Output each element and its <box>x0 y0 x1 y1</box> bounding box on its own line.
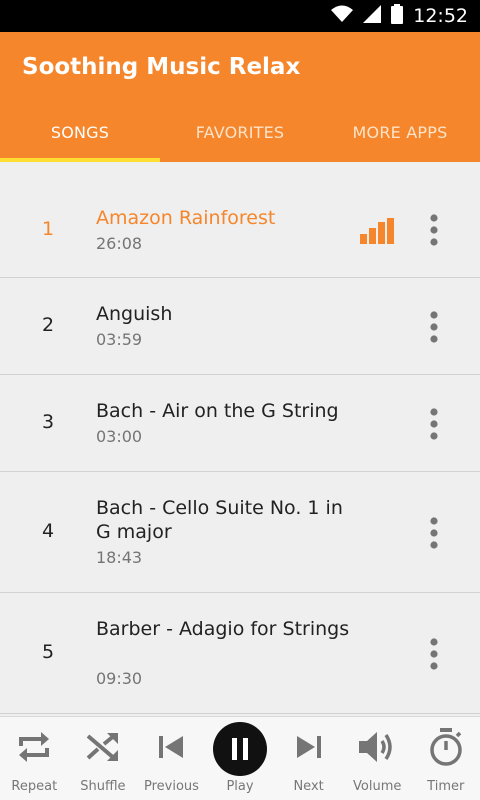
app-bar: Soothing Music Relax SONGS FAVORITES MOR… <box>0 32 480 162</box>
previous-icon <box>151 727 191 767</box>
tab-favorites[interactable]: FAVORITES <box>160 110 320 162</box>
repeat-button[interactable]: Repeat <box>0 717 69 800</box>
previous-button[interactable]: Previous <box>137 717 206 800</box>
song-duration: 18:43 <box>96 548 143 567</box>
volume-label: Volume <box>353 779 402 794</box>
wifi-icon <box>331 5 354 28</box>
song-title: Anguish <box>96 303 173 325</box>
song-overflow-menu-icon[interactable] <box>418 307 450 347</box>
battery-icon <box>391 3 404 29</box>
song-overflow-menu-icon[interactable] <box>418 404 450 444</box>
song-number: 2 <box>41 314 55 336</box>
status-bar: 12:52 <box>0 0 480 32</box>
song-duration: 03:59 <box>96 330 143 349</box>
song-overflow-menu-icon[interactable] <box>418 513 450 553</box>
tab-bar: SONGS FAVORITES MORE APPS <box>0 110 480 162</box>
player-controls: Repeat Shuffle Previous Play Next Volume… <box>0 716 480 800</box>
shuffle-label: Shuffle <box>80 779 126 794</box>
pause-icon <box>213 722 268 776</box>
song-overflow-menu-icon[interactable] <box>418 210 450 250</box>
song-overflow-menu-icon[interactable] <box>418 634 450 674</box>
song-row[interactable]: 3 Bach - Air on the G String 03:00 <box>0 375 480 472</box>
song-duration: 09:30 <box>96 669 143 688</box>
status-icons: 12:52 <box>331 0 468 32</box>
volume-icon <box>357 727 397 767</box>
previous-label: Previous <box>143 779 199 794</box>
shuffle-button[interactable]: Shuffle <box>69 717 138 800</box>
song-number: 3 <box>41 411 55 433</box>
now-playing-equalizer-icon <box>360 218 394 249</box>
timer-button[interactable]: Timer <box>411 717 480 800</box>
cell-signal-icon <box>363 4 382 28</box>
tab-more-apps[interactable]: MORE APPS <box>320 110 480 162</box>
next-icon <box>289 727 329 767</box>
song-row[interactable]: 2 Anguish 03:59 <box>0 278 480 375</box>
play-pause-button[interactable]: Play <box>206 717 275 800</box>
song-row[interactable]: 5 Barber - Adagio for Strings 09:30 <box>0 593 480 714</box>
play-label: Play <box>226 779 254 794</box>
song-number: 4 <box>41 520 55 542</box>
shuffle-icon <box>83 727 123 767</box>
song-title: Barber - Adagio for Strings <box>96 618 350 640</box>
tab-songs[interactable]: SONGS <box>0 110 160 162</box>
song-row[interactable]: 1 Amazon Rainforest 26:08 <box>0 182 480 278</box>
next-button[interactable]: Next <box>274 717 343 800</box>
song-title: Bach - Cello Suite No. 1 in G major <box>96 497 343 543</box>
timer-label: Timer <box>427 779 465 794</box>
song-duration: 03:00 <box>96 427 143 446</box>
timer-icon <box>426 727 466 767</box>
status-time: 12:52 <box>413 5 468 27</box>
song-title: Amazon Rainforest <box>96 207 276 229</box>
active-tab-indicator <box>0 158 160 162</box>
song-duration: 26:08 <box>96 234 143 253</box>
repeat-icon <box>14 727 54 767</box>
song-number: 5 <box>41 641 55 663</box>
next-label: Next <box>293 779 324 794</box>
volume-button[interactable]: Volume <box>343 717 412 800</box>
repeat-label: Repeat <box>11 779 58 794</box>
song-row[interactable]: 4 Bach - Cello Suite No. 1 in G major 18… <box>0 472 480 593</box>
song-number: 1 <box>41 218 55 240</box>
song-title: Bach - Air on the G String <box>96 400 339 422</box>
app-title: Soothing Music Relax <box>22 54 301 80</box>
song-list: 1 Amazon Rainforest 26:08 2 Anguish 03:5… <box>0 182 480 714</box>
